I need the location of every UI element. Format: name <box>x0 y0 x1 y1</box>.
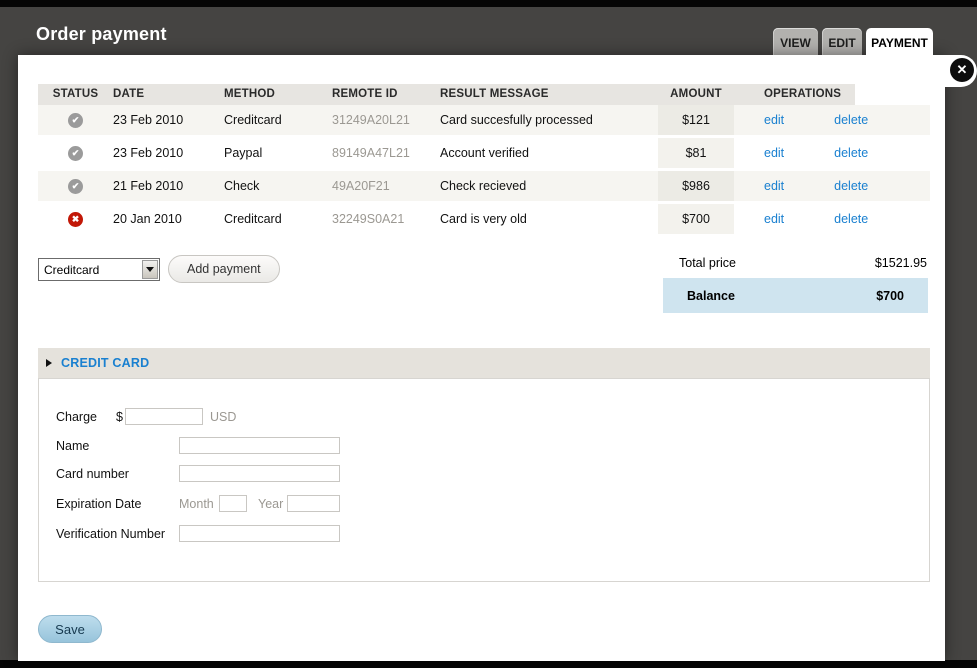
col-header-result-message: RESULT MESSAGE <box>440 84 658 105</box>
date-cell: 21 Feb 2010 <box>113 179 184 193</box>
name-label: Name <box>56 439 90 453</box>
charge-label: Charge <box>56 410 97 424</box>
year-label: Year <box>258 497 284 511</box>
close-button-bump: ✕ <box>930 55 977 87</box>
balance-value: $700 <box>876 288 904 303</box>
month-input[interactable] <box>219 495 247 512</box>
expiration-date-label: Expiration Date <box>56 497 142 511</box>
table-row: ✖ 20 Jan 2010 Creditcard 32249S0A21 Card… <box>38 204 930 237</box>
remote-id-cell: 32249S0A21 <box>332 212 405 226</box>
payments-table-body: ✔ 23 Feb 2010 Creditcard 31249A20L21 Car… <box>38 105 930 237</box>
delete-link[interactable]: delete <box>834 146 868 160</box>
edit-link[interactable]: edit <box>764 212 784 226</box>
chevron-down-icon <box>146 267 154 272</box>
credit-card-form: Charge $ USD Name Card number Expiration… <box>38 378 930 582</box>
col-header-spacer <box>855 84 930 105</box>
verification-number-label: Verification Number <box>56 527 166 541</box>
table-row: ✔ 23 Feb 2010 Creditcard 31249A20L21 Car… <box>38 105 930 138</box>
table-row: ✔ 21 Feb 2010 Check 49A20F21 Check recie… <box>38 171 930 204</box>
currency-code: USD <box>210 410 237 424</box>
edit-link[interactable]: edit <box>764 146 784 160</box>
remote-id-cell: 89149A47L21 <box>332 146 410 160</box>
amount-cell: $986 <box>658 171 734 201</box>
bottom-black-strip <box>0 660 977 668</box>
result-message-cell: Check recieved <box>440 179 527 193</box>
verification-input[interactable] <box>179 525 340 542</box>
col-header-operations: OPERATIONS <box>734 84 855 105</box>
tab-view[interactable]: VIEW <box>773 28 818 57</box>
delete-link[interactable]: delete <box>834 212 868 226</box>
card-number-input[interactable] <box>179 465 340 482</box>
close-icon[interactable]: ✕ <box>950 58 974 82</box>
total-price-label: Total price <box>679 256 736 270</box>
remote-id-cell: 31249A20L21 <box>332 113 410 127</box>
payments-table-header: STATUS DATE METHOD REMOTE ID RESULT MESS… <box>38 84 930 105</box>
payment-method-select[interactable]: Creditcard <box>38 258 160 281</box>
col-header-status: STATUS <box>38 84 113 105</box>
edit-link[interactable]: edit <box>764 179 784 193</box>
payments-table: STATUS DATE METHOD REMOTE ID RESULT MESS… <box>38 84 930 237</box>
method-cell: Creditcard <box>224 212 282 226</box>
remote-id-cell: 49A20F21 <box>332 179 390 193</box>
method-cell: Check <box>224 179 260 193</box>
col-header-date: DATE <box>113 84 224 105</box>
result-message-cell: Card succesfully processed <box>440 113 593 127</box>
status-icon: ✔ <box>68 145 83 161</box>
add-payment-button[interactable]: Add payment <box>168 255 280 283</box>
result-message-cell: Card is very old <box>440 212 527 226</box>
order-payment-screen: { "title_bar": { "title": "Order payment… <box>0 0 977 668</box>
method-cell: Creditcard <box>224 113 282 127</box>
balance-label: Balance <box>687 288 735 303</box>
month-label: Month <box>179 497 214 511</box>
date-cell: 23 Feb 2010 <box>113 146 184 160</box>
status-icon: ✔ <box>68 178 83 194</box>
col-header-amount: AMOUNT <box>658 84 734 105</box>
charge-input[interactable] <box>125 408 203 425</box>
payment-dialog-panel: STATUS DATE METHOD REMOTE ID RESULT MESS… <box>18 55 945 661</box>
amount-cell: $121 <box>658 105 734 135</box>
expand-triangle-icon <box>46 359 52 367</box>
tab-payment[interactable]: PAYMENT <box>866 28 933 57</box>
result-message-cell: Account verified <box>440 146 529 160</box>
tab-edit[interactable]: EDIT <box>822 28 862 57</box>
edit-link[interactable]: edit <box>764 113 784 127</box>
amount-cell: $700 <box>658 204 734 234</box>
col-header-remote-id: REMOTE ID <box>332 84 440 105</box>
totals-block: Total price $1521.95 Balance $700 <box>663 248 928 313</box>
card-number-label: Card number <box>56 467 129 481</box>
table-row: ✔ 23 Feb 2010 Paypal 89149A47L21 Account… <box>38 138 930 171</box>
amount-cell: $81 <box>658 138 734 168</box>
delete-link[interactable]: delete <box>834 179 868 193</box>
credit-card-section-header[interactable]: CREDIT CARD <box>38 348 930 378</box>
select-dropdown-button[interactable] <box>142 260 158 279</box>
credit-card-section-title: CREDIT CARD <box>61 356 150 370</box>
status-icon: ✔ <box>68 112 83 128</box>
delete-link[interactable]: delete <box>834 113 868 127</box>
currency-symbol: $ <box>116 410 123 424</box>
save-button[interactable]: Save <box>38 615 102 643</box>
total-price-row: Total price $1521.95 <box>663 248 928 278</box>
date-cell: 20 Jan 2010 <box>113 212 182 226</box>
name-input[interactable] <box>179 437 340 454</box>
date-cell: 23 Feb 2010 <box>113 113 184 127</box>
balance-row: Balance $700 <box>663 278 928 313</box>
method-cell: Paypal <box>224 146 263 160</box>
status-icon: ✖ <box>68 211 83 227</box>
payment-method-selected-value: Creditcard <box>44 262 100 277</box>
total-price-value: $1521.95 <box>874 256 927 270</box>
year-input[interactable] <box>287 495 340 512</box>
col-header-method: METHOD <box>224 84 332 105</box>
page-title: Order payment <box>36 24 167 44</box>
top-black-strip <box>0 0 977 7</box>
